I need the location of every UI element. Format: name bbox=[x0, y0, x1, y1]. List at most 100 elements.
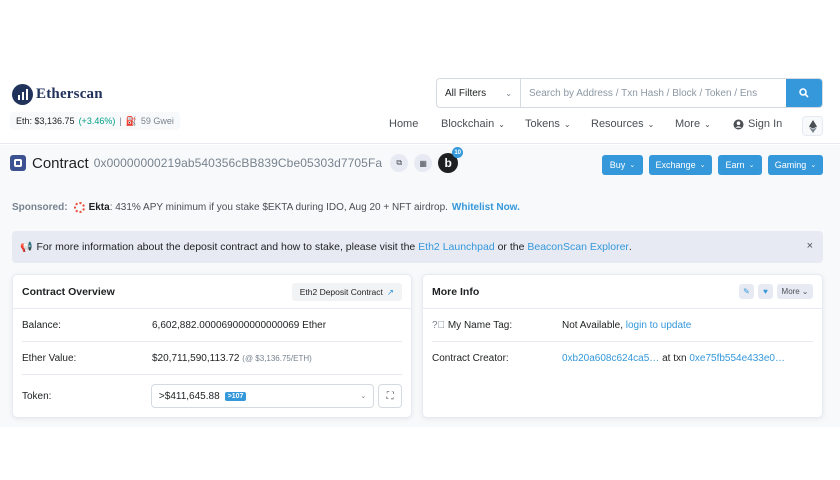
ekta-logo-icon bbox=[73, 202, 85, 213]
whitelist-link[interactable]: Whitelist Now. bbox=[452, 202, 520, 213]
nav-home-label: Home bbox=[389, 118, 419, 130]
creator-at-text: at txn bbox=[662, 353, 687, 364]
chevron-down-icon: ⌄ bbox=[629, 162, 636, 169]
nav-more[interactable]: More ⌄ bbox=[675, 118, 711, 130]
expand-token-button[interactable]: ⛶ bbox=[378, 384, 402, 408]
page-title: Contract bbox=[32, 154, 89, 172]
token-label: Token: bbox=[22, 390, 52, 402]
eth2-deposit-tag[interactable]: Eth2 Deposit Contract ↗ bbox=[291, 283, 402, 301]
blockscan-letter: b bbox=[444, 156, 452, 170]
nav-blockchain[interactable]: Blockchain ⌄ bbox=[441, 118, 505, 130]
sponsored-banner: Sponsored: Ekta : 431% APY minimum if yo… bbox=[12, 202, 520, 213]
chevron-down-icon: ⌄ bbox=[810, 162, 817, 169]
gaming-button[interactable]: Gaming ⌄ bbox=[768, 155, 823, 175]
balance-row: Balance: 6,602,882.000069000000000069 Et… bbox=[22, 309, 402, 342]
logo-text: Etherscan bbox=[36, 86, 103, 102]
external-link-icon: ↗ bbox=[386, 286, 394, 297]
more-info-card: More Info ✎ ♥ More ⌄ ?⃝ My Name Tag: Not… bbox=[422, 274, 823, 418]
search-icon bbox=[799, 88, 809, 98]
chevron-down-icon: ⌄ bbox=[505, 88, 512, 98]
earn-label: Earn bbox=[725, 160, 745, 170]
token-holdings-select[interactable]: >$411,645.88 >107 ⌄ bbox=[150, 384, 375, 408]
info-alert: 📢 For more information about the deposit… bbox=[12, 231, 823, 263]
edit-tag-button[interactable]: ✎ bbox=[739, 284, 754, 299]
more-label: More bbox=[781, 287, 800, 296]
filter-label: All Filters bbox=[445, 87, 487, 99]
nav-tokens-label: Tokens bbox=[525, 118, 560, 130]
user-circle-icon bbox=[733, 119, 744, 129]
buy-label: Buy bbox=[609, 160, 626, 170]
token-row: Token: >$411,645.88 >107 ⌄ ⛶ bbox=[22, 377, 402, 415]
ether-value: $20,711,590,113.72 bbox=[152, 352, 240, 364]
chevron-down-icon: ⌄ bbox=[360, 393, 367, 400]
chevron-down-icon: ⌄ bbox=[498, 119, 505, 129]
more-dropdown[interactable]: More ⌄ bbox=[777, 284, 813, 299]
heart-icon: ♥ bbox=[763, 287, 768, 296]
search-input[interactable] bbox=[521, 79, 786, 107]
beaconscan-link[interactable]: BeaconScan Explorer bbox=[527, 241, 629, 253]
sponsored-label: Sponsored: bbox=[12, 202, 68, 213]
card-header: Contract Overview Eth2 Deposit Contract … bbox=[13, 275, 411, 309]
nav-blockchain-label: Blockchain bbox=[441, 118, 495, 130]
favorite-button[interactable]: ♥ bbox=[758, 284, 773, 299]
ether-value-label: Ether Value: bbox=[22, 352, 77, 364]
balance-label: Balance: bbox=[22, 319, 61, 331]
search-bar: All Filters ⌄ bbox=[436, 78, 823, 108]
creator-address-link[interactable]: 0xb20a608c624ca5… bbox=[562, 353, 659, 364]
card-title: Contract Overview bbox=[22, 285, 115, 298]
chevron-down-icon: ⌄ bbox=[647, 119, 655, 129]
expand-icon: ⛶ bbox=[386, 390, 394, 402]
copy-icon: ⧉ bbox=[396, 158, 403, 167]
name-tag-label-wrap: ?⃝ My Name Tag: bbox=[432, 320, 562, 331]
nav-sign-in[interactable]: Sign In bbox=[733, 118, 782, 130]
ether-value-row: Ether Value: $20,711,590,113.72 (@ $3,13… bbox=[22, 342, 402, 375]
nav-resources-label: Resources bbox=[591, 118, 644, 130]
balance-value: 6,602,882.000069000000000069 Ether bbox=[152, 319, 327, 331]
sign-in-label: Sign In bbox=[748, 118, 783, 130]
qr-code-icon: ▦ bbox=[419, 158, 427, 168]
token-value: >$411,645.88 bbox=[158, 390, 220, 402]
contract-overview-card: Contract Overview Eth2 Deposit Contract … bbox=[12, 274, 412, 418]
sponsor-text: : 431% APY minimum if you stake $EKTA du… bbox=[109, 202, 448, 213]
creator-txn-link[interactable]: 0xe75fb554e433e0… bbox=[689, 353, 785, 364]
chevron-down-icon: ⌄ bbox=[704, 119, 711, 129]
etherscan-logo[interactable]: Etherscan bbox=[12, 84, 103, 105]
nav-home[interactable]: Home bbox=[389, 118, 418, 130]
notification-count: 10 bbox=[452, 147, 464, 158]
copy-address-button[interactable]: ⧉ bbox=[390, 154, 409, 172]
search-filter-select[interactable]: All Filters ⌄ bbox=[437, 79, 521, 107]
search-button[interactable] bbox=[786, 79, 822, 107]
megaphone-icon: 📢 bbox=[20, 241, 33, 253]
nav-resources[interactable]: Resources ⌄ bbox=[591, 118, 654, 130]
eth2-launchpad-link[interactable]: Eth2 Launchpad bbox=[418, 241, 494, 253]
blockscan-chat-button[interactable]: b 10 bbox=[438, 147, 464, 173]
chevron-down-icon: ⌄ bbox=[748, 162, 755, 169]
earn-button[interactable]: Earn ⌄ bbox=[718, 155, 762, 175]
question-circle-icon: ?⃝ bbox=[432, 319, 446, 331]
contract-icon bbox=[10, 155, 26, 171]
login-to-update-link[interactable]: login to update bbox=[626, 320, 692, 331]
qr-code-button[interactable]: ▦ bbox=[414, 154, 433, 172]
ethereum-icon bbox=[808, 119, 817, 133]
magic-wand-icon: ✎ bbox=[743, 287, 750, 296]
sponsor-name: Ekta bbox=[88, 202, 110, 213]
nav-more-label: More bbox=[675, 118, 701, 130]
network-switch-button[interactable] bbox=[802, 116, 823, 136]
close-icon[interactable]: × bbox=[807, 240, 813, 252]
tag-label: Eth2 Deposit Contract bbox=[299, 287, 383, 297]
contract-address: 0x00000000219ab540356cBB839Cbe05303d7705… bbox=[93, 156, 383, 170]
creator-label: Contract Creator: bbox=[432, 353, 509, 364]
creator-row: Contract Creator: 0xb20a608c624ca5… at t… bbox=[432, 342, 813, 375]
site-header: Etherscan Eth: $3,136.75 (+3.46%) | ⛽ 59… bbox=[0, 72, 840, 144]
chevron-down-icon: ⌄ bbox=[699, 162, 706, 169]
alert-text-end: . bbox=[628, 241, 632, 253]
exchange-button[interactable]: Exchange ⌄ bbox=[649, 155, 712, 175]
buy-button[interactable]: Buy ⌄ bbox=[602, 155, 643, 175]
alert-text-mid: or the bbox=[497, 241, 525, 253]
exchange-label: Exchange bbox=[655, 160, 696, 170]
card-title: More Info bbox=[432, 285, 480, 298]
contract-title-row: Contract 0x00000000219ab540356cBB839Cbe0… bbox=[10, 147, 464, 173]
chevron-down-icon: ⌄ bbox=[563, 119, 571, 129]
nav-tokens[interactable]: Tokens ⌄ bbox=[525, 118, 571, 130]
main-nav: Home Blockchain ⌄ Tokens ⌄ Resources ⌄ M… bbox=[0, 118, 840, 134]
